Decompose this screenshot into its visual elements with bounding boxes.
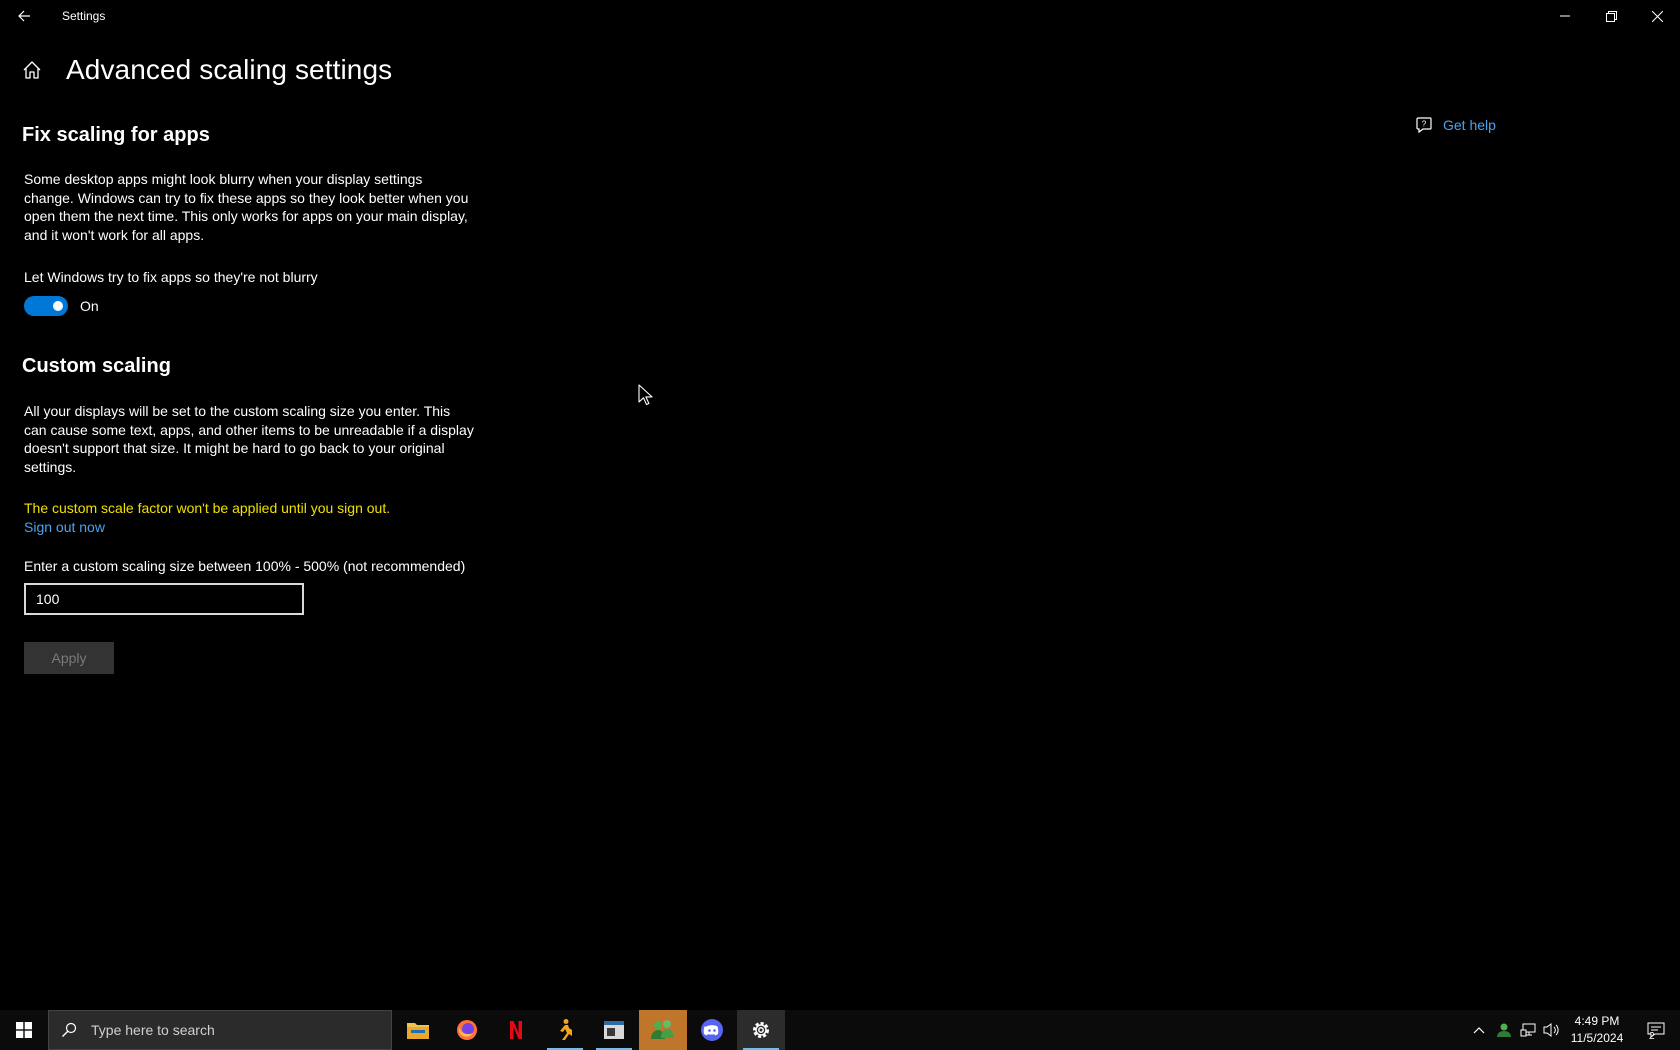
tray-network[interactable] bbox=[1516, 1010, 1540, 1050]
show-hidden-icons-button[interactable] bbox=[1466, 1010, 1492, 1050]
home-icon bbox=[23, 61, 41, 79]
sign-out-warning: The custom scale factor won't be applied… bbox=[24, 500, 391, 516]
window-app-icon bbox=[604, 1021, 624, 1039]
taskbar-netflix[interactable] bbox=[492, 1010, 540, 1050]
people-icon bbox=[651, 1020, 674, 1039]
tray-volume[interactable] bbox=[1540, 1010, 1564, 1050]
taskbar-settings[interactable] bbox=[737, 1010, 785, 1050]
folder-icon bbox=[407, 1023, 429, 1039]
clock-date: 11/5/2024 bbox=[1570, 1031, 1624, 1045]
restore-icon bbox=[1605, 10, 1617, 22]
taskbar-firefox[interactable] bbox=[443, 1010, 491, 1050]
mouse-cursor-icon bbox=[638, 384, 654, 411]
minimize-button[interactable] bbox=[1542, 0, 1588, 32]
custom-scaling-input[interactable] bbox=[24, 583, 304, 615]
notification-count-badge: 2 bbox=[1649, 1031, 1655, 1042]
toggle-label: Let Windows try to fix apps so they're n… bbox=[24, 269, 318, 285]
tray-people-app[interactable] bbox=[1492, 1010, 1516, 1050]
search-icon bbox=[62, 1022, 77, 1037]
taskbar-runner-app[interactable] bbox=[541, 1010, 589, 1050]
restore-button[interactable] bbox=[1588, 0, 1634, 32]
fix-apps-toggle-row: On bbox=[24, 296, 99, 316]
apply-button[interactable]: Apply bbox=[24, 642, 114, 674]
taskbar-search-box[interactable]: Type here to search bbox=[48, 1010, 392, 1050]
toggle-knob bbox=[53, 301, 63, 311]
search-placeholder: Type here to search bbox=[91, 1022, 215, 1038]
fix-scaling-title: Fix scaling for apps bbox=[22, 124, 210, 146]
windows-logo-icon bbox=[16, 1022, 32, 1038]
custom-scaling-input-label: Enter a custom scaling size between 100%… bbox=[24, 558, 466, 574]
get-help-label: Get help bbox=[1443, 117, 1496, 133]
chevron-up-icon bbox=[1473, 1027, 1485, 1034]
svg-text:?: ? bbox=[1422, 120, 1427, 129]
sign-out-now-link[interactable]: Sign out now bbox=[24, 519, 105, 535]
gear-icon bbox=[753, 1022, 769, 1038]
netflix-icon bbox=[510, 1021, 522, 1039]
action-center-button[interactable] bbox=[1636, 1010, 1676, 1050]
chat-help-icon: ? bbox=[1416, 117, 1432, 134]
custom-scaling-title: Custom scaling bbox=[22, 355, 171, 377]
taskbar-people-app[interactable] bbox=[639, 1010, 687, 1050]
back-arrow-icon bbox=[18, 10, 30, 22]
network-icon bbox=[1520, 1023, 1536, 1037]
taskbar-discord[interactable] bbox=[688, 1010, 736, 1050]
fix-apps-toggle[interactable] bbox=[24, 296, 68, 316]
taskbar: Type here to search 4:49 PM 11/5/2024 2 bbox=[0, 1010, 1680, 1050]
close-button[interactable] bbox=[1634, 0, 1680, 32]
get-help-link[interactable]: ? Get help bbox=[1415, 116, 1496, 134]
page-title: Advanced scaling settings bbox=[66, 54, 393, 85]
clock-time: 4:49 PM bbox=[1574, 1014, 1620, 1028]
taskbar-window-app[interactable] bbox=[590, 1010, 638, 1050]
fix-scaling-description: Some desktop apps might look blurry when… bbox=[24, 171, 469, 243]
home-button[interactable] bbox=[22, 60, 46, 84]
custom-scaling-description: All your displays will be set to the cus… bbox=[24, 403, 474, 475]
volume-icon bbox=[1543, 1023, 1559, 1037]
discord-icon bbox=[701, 1019, 723, 1041]
back-button[interactable] bbox=[10, 4, 38, 28]
window-title: Settings bbox=[62, 9, 106, 23]
firefox-icon bbox=[457, 1020, 477, 1040]
title-bar: Settings bbox=[0, 0, 1680, 32]
people-tray-icon bbox=[1497, 1023, 1511, 1037]
close-icon bbox=[1651, 10, 1663, 22]
minimize-icon bbox=[1560, 15, 1570, 17]
toggle-state-label: On bbox=[80, 298, 99, 314]
start-button[interactable] bbox=[0, 1010, 48, 1050]
taskbar-file-explorer[interactable] bbox=[394, 1010, 442, 1050]
runner-icon bbox=[560, 1019, 572, 1040]
taskbar-clock[interactable]: 4:49 PM 11/5/2024 bbox=[1566, 1013, 1628, 1047]
